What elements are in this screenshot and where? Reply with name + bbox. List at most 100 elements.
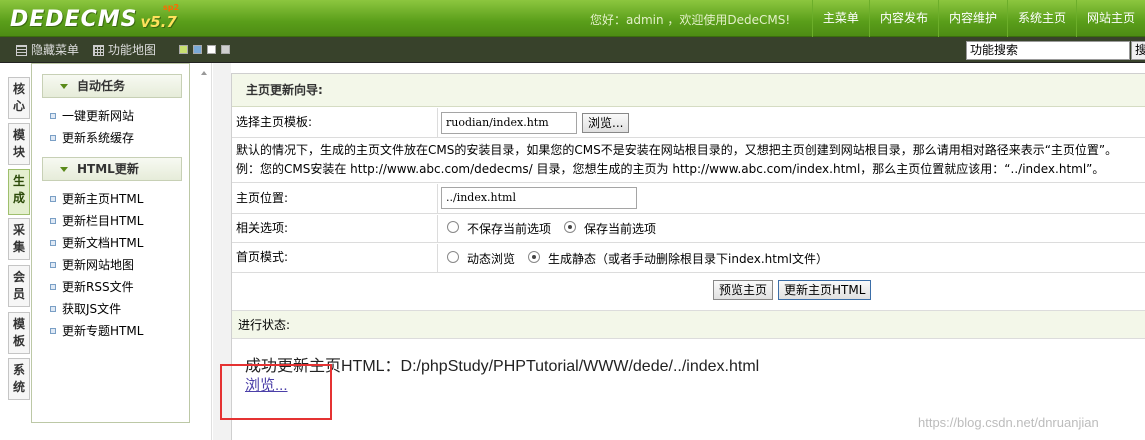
page-title: 主页更新向导: [232, 74, 1145, 107]
radio-static-label: 生成静态（或者手动删除根目录下index.html文件） [548, 252, 828, 266]
menu-item-update-doc-html[interactable]: 更新文档HTML [50, 236, 143, 250]
hide-menu-icon [16, 44, 27, 56]
template-input[interactable]: ruodian/index.htm [441, 112, 577, 134]
site-map-button[interactable]: 功能地图 [93, 37, 156, 63]
bullet-icon [50, 113, 56, 119]
bullet-icon [50, 135, 56, 141]
menu-item-label: 更新网站地图 [62, 258, 135, 272]
tab-collect-label: 采集 [12, 223, 25, 254]
logo-text: DEDECMS [10, 7, 138, 32]
tab-member[interactable]: 会员 [8, 265, 30, 307]
left-menu: 自动任务 一键更新网站 更新系统缓存 HTML更新 更新主页HTML 更新栏目H… [31, 63, 190, 423]
tab-template[interactable]: 模板 [8, 312, 30, 354]
mode-row: 首页模式: 动态浏览 生成静态（或者手动删除根目录下index.html文件） [232, 244, 1145, 273]
menu-item-label: 更新栏目HTML [62, 214, 144, 228]
tab-module[interactable]: 模块 [8, 123, 30, 165]
action-row: 预览主页 更新主页HTML [232, 274, 1145, 310]
function-search-input[interactable]: 功能搜索 [966, 41, 1130, 60]
tab-template-label: 模板 [12, 317, 25, 348]
radio-no-save-label: 不保存当前选项 [467, 222, 552, 236]
menu-item-label: 一键更新网站 [62, 109, 135, 123]
bullet-icon [50, 328, 56, 334]
menu-item-label: 更新主页HTML [62, 192, 144, 206]
radio-save[interactable] [564, 221, 576, 233]
watermark: https://blog.csdn.net/dnruanjian [918, 415, 1099, 430]
mode-label: 首页模式: [232, 244, 438, 272]
tab-generate-label: 生成 [12, 174, 25, 205]
skin-white[interactable] [207, 45, 216, 54]
logo-version: v5.7 [140, 13, 177, 31]
update-home-html-button[interactable]: 更新主页HTML [778, 280, 872, 300]
highlight-box [220, 364, 332, 420]
position-input[interactable]: ../index.html [441, 187, 637, 209]
browse-template-button[interactable]: 浏览... [582, 113, 630, 133]
preview-home-button[interactable]: 预览主页 [713, 280, 774, 300]
menu-item-update-sitemap[interactable]: 更新网站地图 [50, 258, 134, 272]
welcome-text: 您好：admin ，欢迎使用DedeCMS! [590, 13, 791, 27]
position-label: 主页位置: [232, 184, 438, 213]
skin-green[interactable] [179, 45, 188, 54]
nav-system-home[interactable]: 系统主页 [1006, 0, 1076, 37]
tab-module-label: 模块 [12, 128, 25, 159]
toolbar: 隐藏菜单 功能地图 功能搜索 搜 [0, 37, 1145, 63]
menu-item-label: 更新文档HTML [62, 236, 144, 250]
tab-collect[interactable]: 采集 [8, 218, 30, 260]
hide-menu-label: 隐藏菜单 [31, 43, 80, 57]
menu-item-update-home-html[interactable]: 更新主页HTML [50, 192, 143, 206]
bullet-icon [50, 218, 56, 224]
menu-section-title: 自动任务 [77, 79, 126, 93]
menu-section-html-update[interactable]: HTML更新 [42, 157, 182, 181]
info-line-1: 默认的情况下，生成的主页文件放在CMS的安装目录，如果您的CMS不是安装在网站根… [236, 143, 1118, 157]
search-button[interactable]: 搜 [1131, 41, 1145, 60]
menu-item-update-cache[interactable]: 更新系统缓存 [50, 131, 134, 145]
tab-system[interactable]: 系统 [8, 358, 30, 400]
menu-item-get-js[interactable]: 获取JS文件 [50, 302, 121, 316]
radio-no-save[interactable] [447, 221, 459, 233]
menu-scroll-gutter[interactable] [191, 63, 212, 440]
radio-dynamic-label: 动态浏览 [467, 252, 516, 266]
menu-item-label: 更新系统缓存 [62, 131, 135, 145]
radio-save-label: 保存当前选项 [584, 222, 657, 236]
skin-blue[interactable] [193, 45, 202, 54]
collapse-arrow-icon [60, 167, 68, 172]
tab-generate[interactable]: 生成 [8, 169, 30, 215]
options-label: 相关选项: [232, 215, 438, 242]
collapse-arrow-icon [60, 84, 68, 89]
radio-dynamic[interactable] [447, 251, 459, 263]
main-content: 主页更新向导: 选择主页模板: ruodian/index.htm 浏览... … [231, 73, 1145, 440]
skin-gray[interactable] [221, 45, 230, 54]
status-label: 进行状态: [232, 310, 1145, 339]
nav-content-maintain[interactable]: 内容维护 [937, 0, 1007, 37]
hide-menu-button[interactable]: 隐藏菜单 [16, 37, 79, 63]
vertical-tabs: 核心 模块 生成 采集 会员 模板 系统 [0, 63, 31, 440]
menu-item-update-column-html[interactable]: 更新栏目HTML [50, 214, 143, 228]
tab-system-label: 系统 [12, 363, 25, 394]
bullet-icon [50, 306, 56, 312]
tab-core-label: 核心 [12, 82, 25, 113]
menu-section-title: HTML更新 [77, 162, 139, 176]
position-row: 主页位置: ../index.html [232, 184, 1145, 214]
nav-site-home[interactable]: 网站主页 [1075, 0, 1145, 37]
menu-item-update-rss[interactable]: 更新RSS文件 [50, 280, 134, 294]
bullet-icon [50, 240, 56, 246]
logo-sub: sp2 [163, 3, 180, 12]
radio-static[interactable] [528, 251, 540, 263]
dedecms-logo[interactable]: DEDECMS v5.7 [10, 4, 177, 32]
options-row: 相关选项: 不保存当前选项 保存当前选项 [232, 215, 1145, 243]
bullet-icon [50, 262, 56, 268]
scroll-up-icon[interactable] [201, 71, 207, 75]
bullet-icon [50, 196, 56, 202]
menu-item-label: 获取JS文件 [62, 302, 122, 316]
template-row: 选择主页模板: ruodian/index.htm 浏览... [232, 108, 1145, 138]
top-nav: 主菜单 内容发布 内容维护 系统主页 网站主页 [811, 0, 1145, 37]
site-map-icon [93, 44, 104, 56]
tab-core[interactable]: 核心 [8, 77, 30, 119]
info-line-2: 例：您的CMS安装在 http://www.abc.com/dedecms/ 目… [236, 162, 1105, 176]
nav-content-publish[interactable]: 内容发布 [868, 0, 938, 37]
info-row: 默认的情况下，生成的主页文件放在CMS的安装目录，如果您的CMS不是安装在网站根… [232, 139, 1145, 183]
menu-item-update-site[interactable]: 一键更新网站 [50, 109, 134, 123]
site-map-label: 功能地图 [108, 43, 157, 57]
menu-section-auto-tasks[interactable]: 自动任务 [42, 74, 182, 98]
nav-main-menu[interactable]: 主菜单 [811, 0, 869, 37]
menu-item-update-topic-html[interactable]: 更新专题HTML [50, 324, 143, 338]
